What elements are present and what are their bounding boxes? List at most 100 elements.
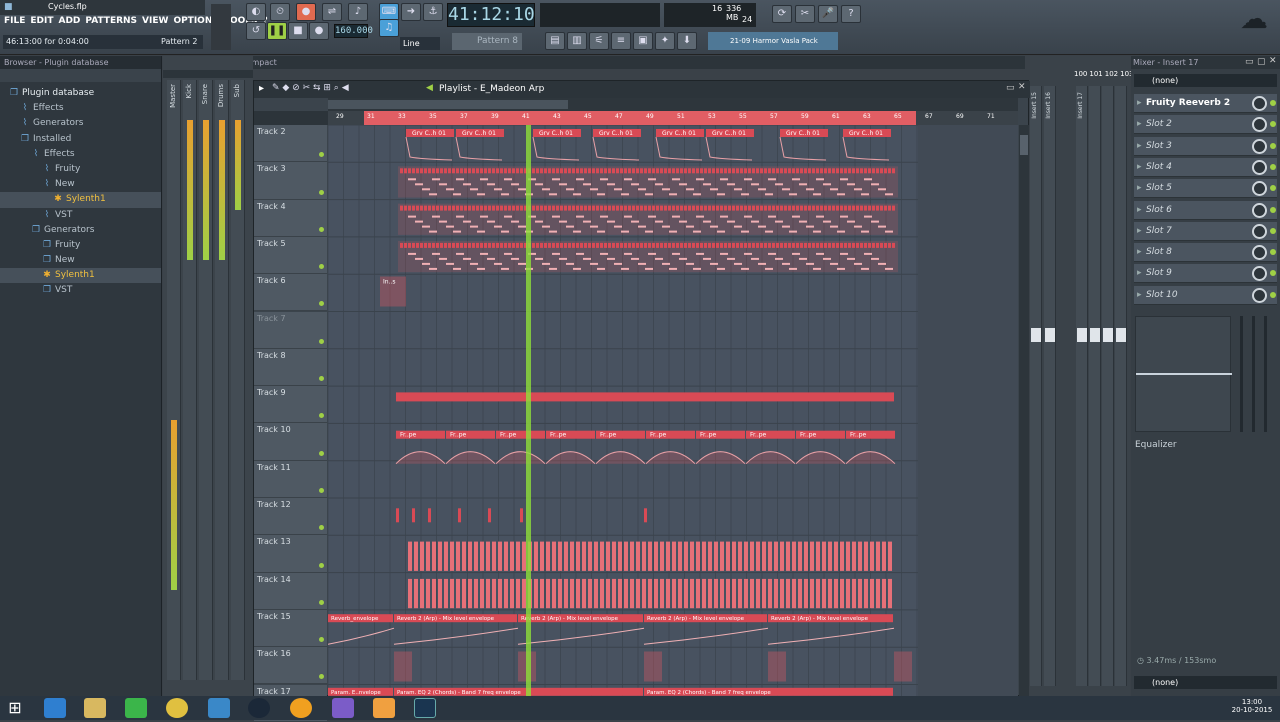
track-header[interactable]: Track 9 <box>254 386 327 424</box>
browser-item[interactable]: ✱ Sylenth1 <box>0 192 161 208</box>
slot-arrow-icon[interactable]: ▸ <box>1137 222 1142 241</box>
pause-button[interactable]: ❚❚ <box>267 22 287 40</box>
browser-window-icon[interactable]: ▣ <box>633 32 653 50</box>
minimize-icon[interactable]: ▭ <box>1245 57 1254 67</box>
browser-item[interactable]: ⌇ Fruity <box>0 162 161 177</box>
browser-item[interactable]: ❐ Generators <box>0 223 161 238</box>
mix-knob[interactable] <box>1252 287 1267 303</box>
window-icon[interactable] <box>414 698 436 718</box>
track-led[interactable] <box>319 487 324 493</box>
fader-handle[interactable] <box>1103 328 1113 342</box>
scroll-thumb[interactable] <box>328 100 568 109</box>
menu-file[interactable]: FILE <box>4 16 25 26</box>
track-header[interactable]: Track 12 <box>254 498 327 536</box>
ie-icon[interactable] <box>44 698 66 718</box>
slot-arrow-icon[interactable]: ▸ <box>1137 264 1142 283</box>
help-icon[interactable]: ? <box>841 5 861 23</box>
track-led[interactable] <box>319 226 324 232</box>
track-header[interactable]: Track 8 <box>254 348 327 387</box>
mixer-strip[interactable] <box>1115 86 1127 686</box>
menu-patterns[interactable]: PATTERNS <box>85 16 137 26</box>
fader-handle[interactable] <box>1031 328 1041 342</box>
mixer-strip[interactable]: Snare <box>199 80 213 680</box>
slot-arrow-icon[interactable]: ▸ <box>1137 137 1142 156</box>
track-header[interactable]: Track 15 <box>254 609 327 648</box>
track-led[interactable] <box>319 413 324 419</box>
menu-view[interactable]: VIEW <box>142 16 168 26</box>
browser-item[interactable]: ❐ Installed <box>0 132 161 147</box>
track-led[interactable] <box>319 525 324 531</box>
timeline-ruler[interactable]: 29 31 33 35 37 39 41 43 45 47 49 51 53 55 57 59 61 63 65 67… <box>328 111 1018 125</box>
browser-item[interactable]: ❐ VST <box>0 283 161 298</box>
pattern-selector[interactable]: Pattern 8 <box>452 33 522 50</box>
fader-handle[interactable] <box>1045 328 1055 342</box>
track-header[interactable]: Track 5 <box>254 236 327 275</box>
fx-slot[interactable]: ▸ Slot 4 <box>1134 157 1277 177</box>
browser-item[interactable]: ⌇ VST <box>0 208 161 223</box>
slot-led[interactable] <box>1270 270 1276 277</box>
browser-item[interactable]: ⌇ Effects <box>0 101 161 116</box>
fx-slot[interactable]: ▸ Slot 2 <box>1134 115 1277 135</box>
mix-knob[interactable] <box>1252 202 1267 218</box>
mic-icon[interactable]: 🎤 <box>818 5 838 23</box>
mix-knob[interactable] <box>1252 117 1267 133</box>
fx-slot[interactable]: ▸ Slot 6 <box>1134 200 1277 220</box>
fx-slot[interactable]: ▸ Slot 10 <box>1134 285 1277 305</box>
media-icon[interactable] <box>373 698 395 718</box>
steam-icon[interactable] <box>248 698 270 718</box>
refresh-icon[interactable]: ⟳ <box>772 5 792 23</box>
vertical-scrollbar[interactable] <box>1019 125 1029 697</box>
multilink-button[interactable]: ⚓ <box>423 3 443 21</box>
menu-arrow-icon[interactable]: ▸ <box>259 83 264 94</box>
piano-roll-icon[interactable]: ▥ <box>567 32 587 50</box>
track-header[interactable]: Track 3 <box>254 162 327 200</box>
overview-bar[interactable] <box>328 98 1018 111</box>
fx-slot[interactable]: ▸ Slot 7 <box>1134 221 1277 241</box>
fx-slot[interactable]: ▸ Slot 5 <box>1134 179 1277 199</box>
mixer-strip[interactable]: Insert 16 <box>1044 86 1056 686</box>
track-led[interactable] <box>319 152 324 158</box>
record-mode-button[interactable]: ⏲ <box>270 3 290 21</box>
slot-led[interactable] <box>1270 206 1276 213</box>
vertical-scroll-thumb[interactable] <box>1020 135 1028 155</box>
maximize-icon[interactable]: ▢ <box>1257 57 1266 67</box>
browser-item[interactable]: ❐ New <box>0 253 161 268</box>
browser-item[interactable]: ⌇ Effects <box>0 147 161 162</box>
slot-arrow-icon[interactable]: ▸ <box>1137 94 1142 113</box>
track-header[interactable]: Track 6 <box>254 274 327 312</box>
close-icon[interactable]: ✕ <box>1018 82 1026 92</box>
slot-arrow-icon[interactable]: ▸ <box>1137 158 1142 177</box>
slot-arrow-icon[interactable]: ▸ <box>1137 201 1142 220</box>
fader-handle[interactable] <box>1077 328 1087 342</box>
track-header[interactable]: Track 16 <box>254 647 327 685</box>
slot-led[interactable] <box>1270 249 1276 256</box>
record-button[interactable]: ● <box>296 3 316 21</box>
slot-led[interactable] <box>1270 163 1276 170</box>
slot-arrow-icon[interactable]: ▸ <box>1137 286 1142 305</box>
mixer-strip[interactable] <box>1089 86 1101 686</box>
mix-knob[interactable] <box>1252 266 1267 282</box>
fx-slot[interactable]: ▸ Fruity Reeverb 2 <box>1134 94 1277 113</box>
slot-led[interactable] <box>1270 121 1276 128</box>
track-led[interactable] <box>319 450 324 456</box>
start-icon[interactable]: ⊞ <box>4 698 26 718</box>
track-led[interactable] <box>319 264 324 270</box>
loop-button[interactable]: ↺ <box>246 22 266 40</box>
playlist-window-icon[interactable]: ▤ <box>545 32 565 50</box>
slot-arrow-icon[interactable]: ▸ <box>1137 115 1142 134</box>
mixer-strip[interactable]: Insert 15 <box>1030 86 1042 686</box>
snap-icon[interactable]: ♫ <box>379 19 399 37</box>
eq-fader[interactable] <box>1252 316 1255 432</box>
chrome-icon[interactable] <box>166 698 188 718</box>
track-header[interactable]: Track 14 <box>254 572 327 610</box>
app-icon[interactable] <box>332 698 354 718</box>
track-led[interactable] <box>319 301 324 307</box>
eq-graph[interactable] <box>1135 316 1232 432</box>
store-icon[interactable] <box>125 698 147 718</box>
minimize-icon[interactable]: ▭ <box>1006 83 1015 93</box>
fx-slot[interactable]: ▸ Slot 3 <box>1134 136 1277 156</box>
explorer-icon[interactable] <box>84 698 106 718</box>
track-header[interactable]: Track 10 <box>254 423 327 461</box>
stop-button[interactable]: ■ <box>288 22 308 40</box>
track-header[interactable]: Track 7 <box>254 311 327 349</box>
